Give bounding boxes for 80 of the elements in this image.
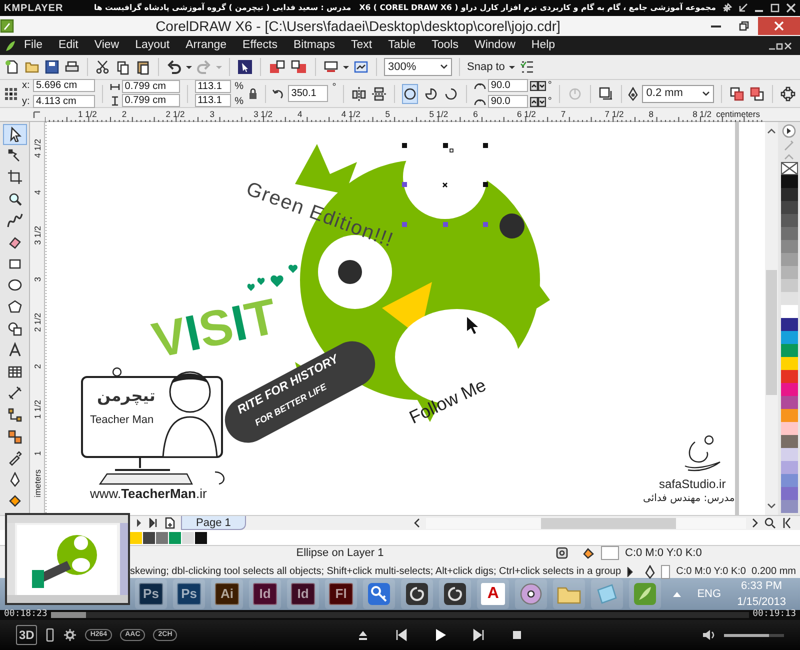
menu-item[interactable]: Tools	[424, 36, 466, 54]
status-hint-text: skewing; dbl-clicking tool selects all objects; Shift+click multi-selects; Alt+click digs; Ctrl+click selects in a group	[130, 565, 622, 580]
player-logo: KMPLAYER	[4, 2, 64, 16]
mode-3d-button[interactable]: 3D	[16, 625, 38, 645]
ruler-label: 4	[32, 188, 44, 196]
logo-text: Teacher Man	[90, 413, 154, 428]
menu-item[interactable]: Arrange	[178, 36, 235, 54]
x-field[interactable]: 5.696 cm	[33, 79, 95, 92]
follow-me-text: Follow Me	[406, 374, 490, 428]
taskbar-button[interactable]: Ps	[135, 579, 168, 609]
ruler-label: 3	[32, 276, 44, 284]
end-angle-field[interactable]: 90.0	[488, 95, 528, 108]
ruler-label: 3	[210, 108, 214, 121]
outline-width-select[interactable]: 0.2 mm	[642, 84, 714, 102]
ruler-label: 7	[560, 108, 566, 121]
ruler-label: 1 1/2	[32, 398, 44, 421]
website-text: www.TeacherMan.ir	[90, 485, 207, 503]
page-tab[interactable]: Page 1	[181, 516, 246, 530]
ruler-unit-label: imeters	[32, 468, 44, 500]
window-title: CorelDRAW X6 - [C:\Users\fadaei\Desktop\desktop\corel\jojo.cdr]	[154, 16, 562, 36]
outline-color-text: C:0 M:0 Y:0 K:0 0.200 mm	[676, 565, 796, 580]
taskbar-button[interactable]: Id	[249, 579, 282, 609]
studio-text: safaStudio.ir	[659, 476, 726, 493]
menu-item[interactable]: Effects	[234, 36, 286, 54]
degree-label: °	[332, 81, 336, 95]
taskbar-button[interactable]: Ps	[173, 579, 206, 609]
fill-color-text: C:0 M:0 Y:0 K:0	[625, 546, 703, 561]
field-label: y:	[22, 95, 31, 109]
percent-label: %	[234, 80, 244, 94]
scale-y-field[interactable]: 113.1	[194, 94, 231, 107]
ruler-label: 6	[473, 108, 478, 121]
taskbar-button[interactable]: Id	[287, 579, 320, 609]
ruler-label: 4	[298, 108, 302, 121]
ruler-label: 4 1/2	[341, 108, 360, 121]
ruler-label: 5	[385, 108, 390, 121]
snap-to-menu[interactable]: Snap to	[467, 58, 505, 76]
field-label: x:	[22, 79, 31, 93]
menu-item[interactable]: Layout	[127, 36, 178, 54]
menu-item[interactable]: View	[86, 36, 128, 54]
start-angle-field[interactable]: 90.0	[488, 79, 528, 92]
status-object-text: Ellipse on Layer 1	[295, 546, 385, 561]
taskbar-button[interactable]: Fl	[325, 579, 358, 609]
scale-x-field[interactable]: 113.1	[194, 80, 231, 93]
ruler-label: 4 1/2	[32, 138, 44, 160]
menu-item[interactable]: File	[16, 36, 51, 54]
width-field[interactable]: 0.799 cm	[122, 80, 180, 93]
ruler-label: 2 1/2	[32, 312, 44, 334]
height-field[interactable]: 0.799 cm	[122, 94, 180, 107]
total-time: 00:19:13	[752, 608, 796, 622]
menu-item[interactable]: Bitmaps	[285, 36, 344, 54]
ruler-label: 6 1/2	[517, 108, 536, 121]
ruler-label: 3 1/2	[32, 224, 44, 247]
y-field[interactable]: 4.113 cm	[33, 95, 95, 108]
ruler-label: 3 1/2	[254, 108, 272, 121]
menu-item[interactable]: Table	[380, 36, 424, 54]
menu-item[interactable]: Edit	[50, 36, 86, 54]
ruler-unit-label: centimeters	[716, 108, 760, 121]
teacher-text: مدرس: مهندس فدائی	[643, 492, 735, 506]
ruler-label: 1 1/2	[78, 108, 97, 121]
menu-item[interactable]: Window	[466, 36, 524, 54]
degree-label: °	[548, 79, 552, 93]
rotation-field[interactable]: 350.1	[288, 85, 328, 102]
menu-item[interactable]: Help	[523, 36, 564, 54]
zoom-select[interactable]: 300%	[384, 58, 452, 76]
ruler-label: 2	[122, 108, 127, 121]
logo-text: تیچرمن	[97, 385, 156, 407]
taskbar-button[interactable]: Ai	[211, 579, 244, 609]
ruler-label: 1	[32, 450, 44, 458]
ruler-label: 8	[648, 108, 654, 121]
elapsed-time: 00:18:23	[4, 608, 48, 622]
taskbar-button[interactable]: A	[477, 579, 510, 609]
visit-text: VISIT	[148, 288, 282, 369]
menu-item[interactable]: Text	[343, 36, 380, 54]
ruler-label: 8 1/2	[692, 108, 712, 121]
ruler-label: 2 1/2	[166, 108, 185, 121]
ruler-label: 5 1/2	[429, 108, 448, 121]
ruler-label: 7 1/2	[604, 108, 624, 121]
percent-label: %	[234, 94, 244, 108]
degree-label: °	[548, 95, 552, 109]
ruler-label: 2	[32, 362, 44, 370]
